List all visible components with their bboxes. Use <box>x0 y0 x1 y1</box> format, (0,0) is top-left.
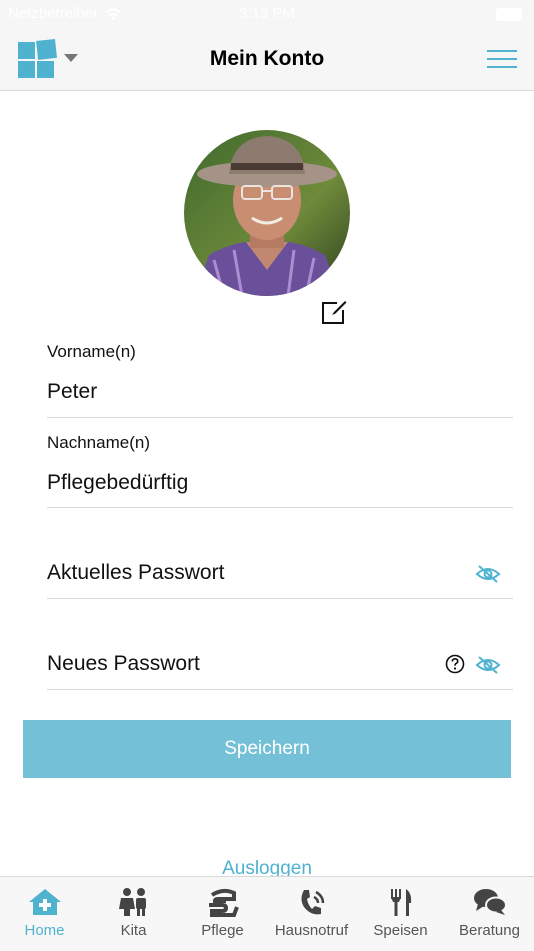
avatar-photo <box>184 130 350 296</box>
edit-photo-icon[interactable] <box>320 298 348 326</box>
current-password-field[interactable]: Aktuelles Passwort <box>47 561 224 585</box>
chat-bubbles-icon <box>473 889 507 915</box>
tab-bar: Home Kita Pflege Hausnotruf Speisen Bera… <box>0 876 534 951</box>
new-password-underline <box>47 689 513 690</box>
first-name-underline <box>47 417 513 418</box>
new-password-field[interactable]: Neues Passwort <box>47 652 200 676</box>
navigation-bar: Mein Konto <box>0 28 534 91</box>
tab-label: Home <box>24 922 65 939</box>
status-time: 3:13 PM <box>239 5 295 22</box>
eye-slash-icon[interactable] <box>475 655 501 675</box>
first-name-field[interactable]: Peter <box>47 380 97 404</box>
tab-label: Hausnotruf <box>274 922 349 939</box>
battery-icon <box>496 8 522 21</box>
eye-slash-icon[interactable] <box>475 564 501 584</box>
tab-home[interactable]: Home <box>0 877 89 951</box>
current-password-underline <box>47 598 513 599</box>
profile-avatar[interactable] <box>184 130 350 296</box>
tab-pflege[interactable]: Pflege <box>178 877 267 951</box>
hamburger-menu-icon[interactable] <box>487 50 517 70</box>
tab-label: Beratung <box>459 922 520 939</box>
last-name-field[interactable]: Pflegebedürftig <box>47 471 188 495</box>
tab-label: Kita <box>120 922 147 939</box>
status-bar: Netzbetreiber 3:13 PM <box>0 0 534 28</box>
children-icon <box>118 888 146 916</box>
cutlery-icon <box>390 889 411 916</box>
tab-beratung[interactable]: Beratung <box>445 877 534 951</box>
home-plus-icon <box>28 889 61 915</box>
save-button[interactable]: Speichern <box>23 720 511 778</box>
phone-call-icon <box>301 890 324 915</box>
question-circle-icon[interactable] <box>445 654 465 674</box>
last-name-underline <box>47 507 513 508</box>
tab-hausnotruf[interactable]: Hausnotruf <box>267 877 356 951</box>
tab-kita[interactable]: Kita <box>89 877 178 951</box>
first-name-label: Vorname(n) <box>47 342 136 361</box>
page-title: Mein Konto <box>209 47 325 70</box>
tab-speisen[interactable]: Speisen <box>356 877 445 951</box>
tab-label: Pflege <box>201 922 244 939</box>
tab-label: Speisen <box>373 922 428 939</box>
last-name-label: Nachname(n) <box>47 433 150 452</box>
care-hand-icon <box>208 888 239 917</box>
